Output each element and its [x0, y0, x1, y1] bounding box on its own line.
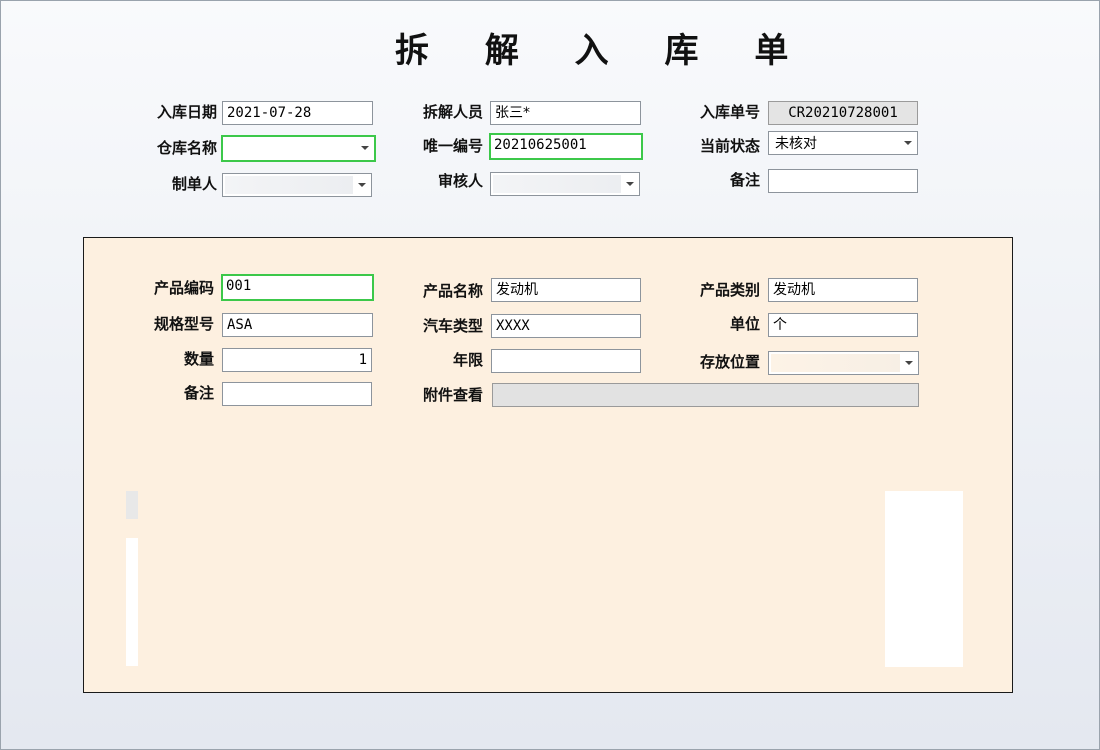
product-name-field[interactable]: 发动机 — [491, 278, 641, 302]
inbound-date-field[interactable]: 2021-07-28 — [222, 101, 373, 125]
chevron-down-icon — [358, 183, 366, 187]
car-type-field[interactable]: XXXX — [491, 314, 641, 338]
location-label: 存放位置 — [699, 353, 760, 371]
unique-no-field[interactable]: 20210625001 — [489, 133, 643, 160]
scroll-area-left — [126, 538, 138, 666]
image-preview-area — [885, 491, 963, 667]
product-detail-panel — [83, 237, 1013, 693]
dismantler-label: 拆解人员 — [422, 103, 483, 121]
reviewer-select[interactable] — [490, 172, 640, 196]
status-select[interactable]: 未核对 — [768, 131, 918, 155]
creator-select[interactable] — [222, 173, 372, 197]
dismantler-field[interactable]: 张三* — [490, 101, 641, 125]
unit-field[interactable]: 个 — [768, 313, 918, 337]
qty-field[interactable]: 1 — [222, 348, 372, 372]
reviewer-label: 审核人 — [437, 172, 483, 190]
product-name-label: 产品名称 — [422, 282, 483, 300]
product-code-label: 产品编码 — [153, 279, 214, 297]
product-code-field[interactable]: 001 — [221, 274, 374, 301]
qty-label: 数量 — [183, 350, 214, 368]
attachment-field[interactable] — [492, 383, 919, 407]
status-label: 当前状态 — [699, 137, 760, 155]
spec-field[interactable]: ASA — [222, 313, 373, 337]
chevron-down-icon — [905, 361, 913, 365]
inbound-date-label: 入库日期 — [156, 103, 217, 121]
chevron-down-icon — [361, 146, 369, 150]
attachment-label: 附件查看 — [422, 386, 483, 404]
car-type-label: 汽车类型 — [422, 317, 483, 335]
location-select[interactable] — [768, 351, 919, 375]
warehouse-label: 仓库名称 — [156, 139, 217, 157]
inbound-no-label: 入库单号 — [699, 103, 760, 121]
years-label: 年限 — [452, 351, 483, 369]
status-select-value: 未核对 — [775, 136, 817, 152]
unique-no-label: 唯一编号 — [422, 137, 483, 155]
chevron-down-icon — [904, 141, 912, 145]
product-category-label: 产品类别 — [699, 281, 760, 299]
product-category-field[interactable]: 发动机 — [768, 278, 918, 302]
years-field[interactable] — [491, 349, 641, 373]
chevron-down-icon — [626, 182, 634, 186]
scroll-indicator-small — [126, 491, 138, 519]
product-remark-field[interactable] — [222, 382, 372, 406]
inbound-no-field: CR20210728001 — [768, 101, 918, 125]
remark-label: 备注 — [729, 171, 760, 189]
warehouse-select[interactable] — [221, 135, 376, 162]
product-remark-label: 备注 — [183, 384, 214, 402]
unit-label: 单位 — [729, 315, 760, 333]
spec-label: 规格型号 — [153, 315, 214, 333]
page-title: 拆 解 入 库 单 — [395, 31, 811, 71]
remark-field[interactable] — [768, 169, 918, 193]
creator-label: 制单人 — [171, 175, 217, 193]
